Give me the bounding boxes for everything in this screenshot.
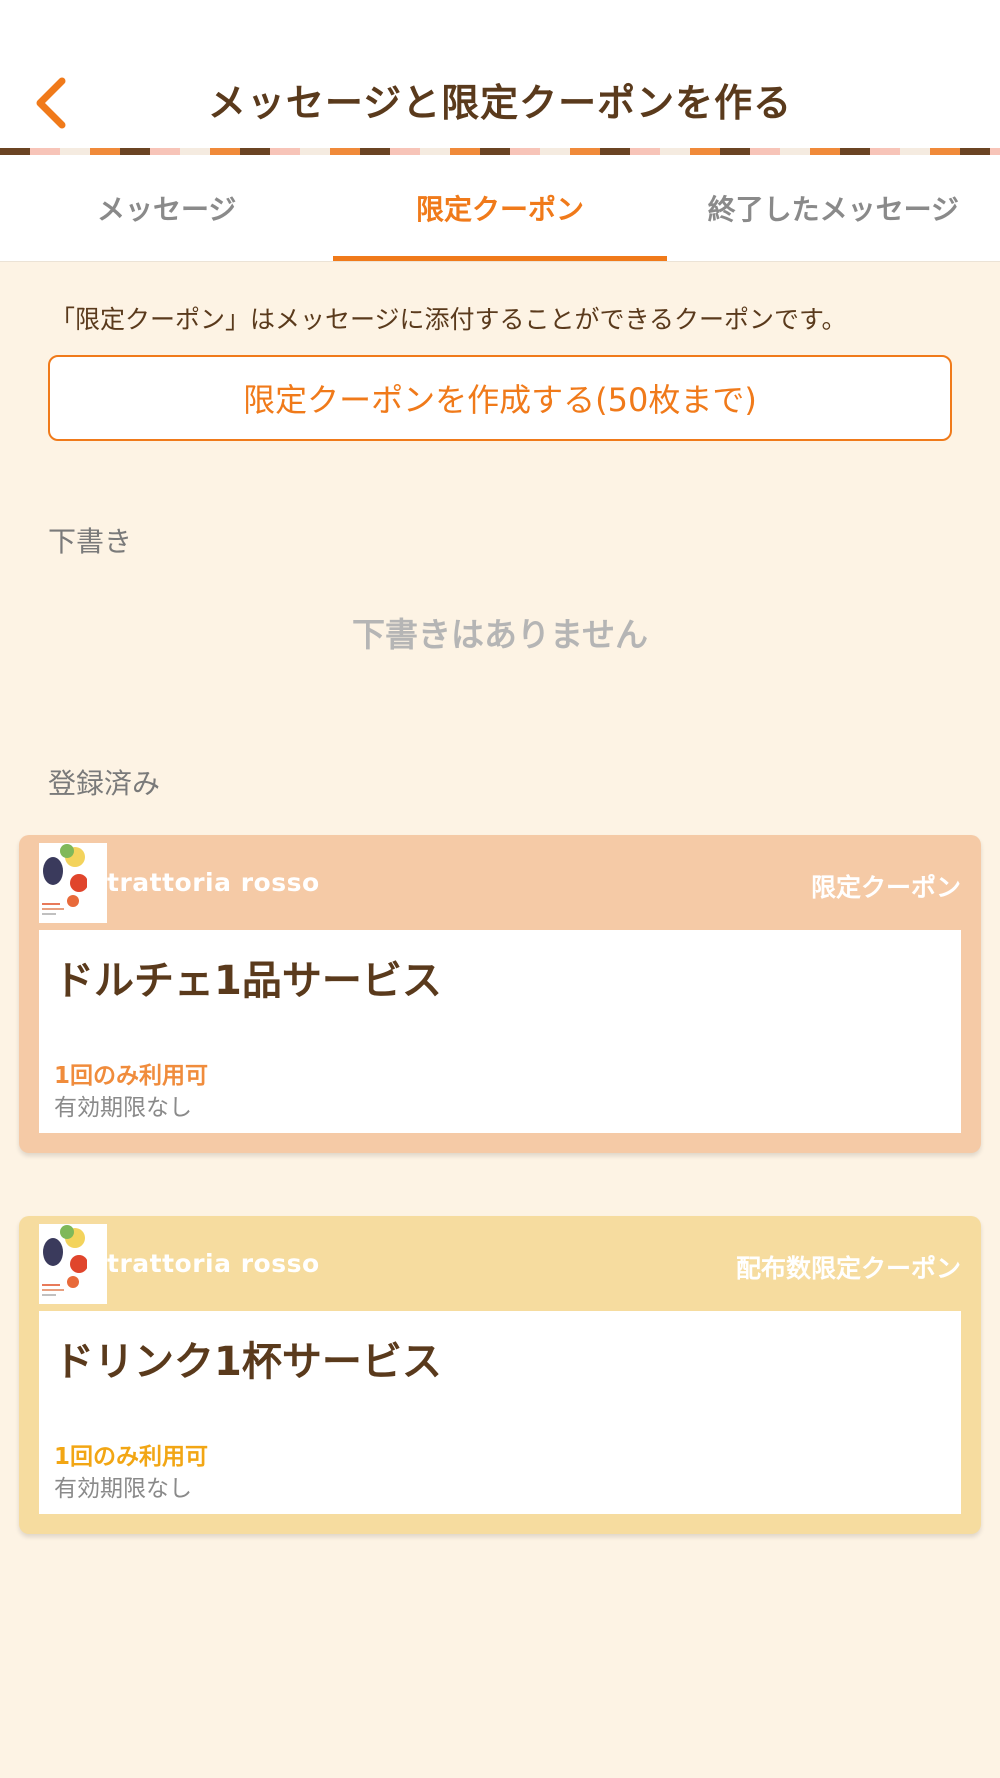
- coupon-expiry: 有効期限なし: [54, 1476, 192, 1502]
- tab-messages[interactable]: メッセージ: [0, 155, 333, 261]
- decorative-stripe: [0, 148, 1000, 155]
- drafts-empty-message: 下書きはありません: [351, 615, 648, 654]
- coupon-header: trattoria rosso 配布数限定クーポン: [19, 1216, 981, 1311]
- tab-ended-messages[interactable]: 終了したメッセージ: [667, 155, 1000, 261]
- coupon-card[interactable]: trattoria rosso 配布数限定クーポン ドリンク1杯サービス 1回の…: [19, 1216, 981, 1534]
- drafts-section-label: 下書き: [48, 525, 133, 558]
- shop-name: trattoria rosso: [107, 868, 320, 897]
- coupon-title: ドリンク1杯サービス: [54, 1339, 442, 1385]
- page-title: メッセージと限定クーポンを作る: [207, 81, 793, 125]
- coupon-header: trattoria rosso 限定クーポン: [19, 835, 981, 930]
- coupon-body: ドリンク1杯サービス 1回のみ利用可 有効期限なし: [39, 1311, 961, 1514]
- coupon-type-label: 限定クーポン: [810, 873, 961, 902]
- shop-name: trattoria rosso: [107, 1249, 320, 1278]
- registered-section-label: 登録済み: [48, 767, 161, 800]
- coupon-type-label: 配布数限定クーポン: [735, 1254, 961, 1283]
- coupon-expiry: 有効期限なし: [54, 1095, 192, 1121]
- coupon-card[interactable]: trattoria rosso 限定クーポン ドルチェ1品サービス 1回のみ利用…: [19, 835, 981, 1153]
- coupon-title: ドルチェ1品サービス: [54, 958, 442, 1004]
- coupon-usage: 1回のみ利用可: [54, 1063, 209, 1089]
- tab-limited-coupons[interactable]: 限定クーポン: [333, 155, 667, 261]
- coupon-body: ドルチェ1品サービス 1回のみ利用可 有効期限なし: [39, 930, 961, 1133]
- header: メッセージと限定クーポンを作る: [0, 0, 1000, 150]
- coupon-usage: 1回のみ利用可: [54, 1444, 209, 1470]
- description-text: 「限定クーポン」はメッセージに添付することができるクーポンです。: [50, 305, 847, 334]
- shop-thumbnail: [39, 843, 107, 923]
- create-coupon-button[interactable]: 限定クーポンを作成する(50枚まで): [48, 355, 952, 441]
- shop-thumbnail: [39, 1224, 107, 1304]
- tab-bar: メッセージ 限定クーポン 終了したメッセージ: [0, 155, 1000, 262]
